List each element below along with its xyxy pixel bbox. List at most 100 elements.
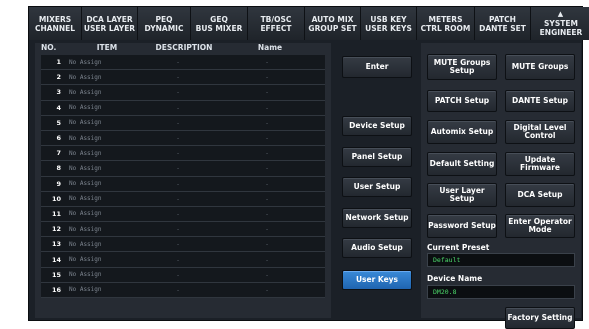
tab-tbosc-effect[interactable]: TB/OSC EFFECT — [248, 7, 305, 40]
device-setup-button[interactable]: Device Setup — [342, 116, 412, 136]
row-description: - — [176, 149, 180, 158]
table-row[interactable]: 6 No Assign - - — [41, 130, 325, 147]
row-name: - — [265, 134, 269, 143]
tab-label-line1: USB KEY — [370, 14, 407, 24]
network-setup-button[interactable]: Network Setup — [342, 208, 412, 228]
row-item: No Assign — [69, 73, 102, 81]
row-number: 9 — [56, 179, 61, 188]
table-row[interactable]: 16 No Assign - - — [41, 282, 325, 298]
row-item: No Assign — [69, 104, 102, 112]
row-description: - — [176, 285, 180, 294]
tab-label-line2: USER KEYS — [365, 23, 412, 33]
row-item: No Assign — [69, 240, 102, 248]
row-number: 3 — [56, 88, 61, 97]
row-name: - — [265, 118, 269, 127]
table-row[interactable]: 5 No Assign - - — [41, 115, 325, 131]
tab-geq-bus-mixer[interactable]: GEQ BUS MIXER — [191, 7, 248, 40]
table-row[interactable]: 8 No Assign - - — [41, 161, 325, 177]
table-row[interactable]: 14 No Assign - - — [41, 252, 325, 268]
table-row[interactable]: 13 No Assign - - — [41, 237, 325, 253]
enter-operator-mode-button[interactable]: Enter Operator Mode — [505, 214, 575, 238]
table-row[interactable]: 12 No Assign - - — [41, 222, 325, 238]
row-name: - — [265, 209, 269, 218]
row-number: 5 — [56, 118, 61, 127]
row-description: - — [176, 240, 180, 249]
row-description: - — [176, 255, 180, 264]
row-number: 4 — [56, 103, 61, 112]
col-header-no: NO. — [41, 43, 57, 52]
mute-groups-setup-button[interactable]: MUTE Groups Setup — [427, 54, 497, 80]
row-item: No Assign — [69, 164, 102, 172]
device-name-field[interactable]: DM20.8 — [427, 285, 575, 299]
user-layer-setup-button[interactable]: User Layer Setup — [427, 183, 497, 207]
tab-label-line1: DCA LAYER — [86, 14, 133, 24]
tab-dca-user-layer[interactable]: DCA LAYER USER LAYER — [82, 7, 138, 40]
row-item: No Assign — [69, 256, 102, 264]
row-description: - — [176, 103, 180, 112]
row-name: - — [265, 285, 269, 294]
patch-setup-button[interactable]: PATCH Setup — [427, 90, 497, 112]
row-item: No Assign — [69, 225, 102, 233]
table-row[interactable]: 11 No Assign - - — [41, 206, 325, 223]
dante-setup-button[interactable]: DANTE Setup — [505, 90, 575, 112]
table-row[interactable]: 15 No Assign - - — [41, 267, 325, 283]
tab-mixers-channel[interactable]: MIXERS CHANNEL — [29, 7, 82, 40]
row-item: No Assign — [69, 180, 102, 188]
digital-level-control-button[interactable]: Digital Level Control — [505, 120, 575, 144]
tab-label-line2: EFFECT — [260, 23, 292, 33]
row-number: 1 — [56, 58, 61, 67]
tab-peq-dynamic[interactable]: PEQ DYNAMIC — [138, 7, 191, 40]
enter-button[interactable]: Enter — [342, 56, 412, 78]
table-row[interactable]: 9 No Assign - - — [41, 176, 325, 192]
tab-patch-dante-set[interactable]: PATCH DANTE SET — [475, 7, 531, 40]
row-number: 11 — [51, 209, 61, 218]
table-row[interactable]: 10 No Assign - - — [41, 191, 325, 207]
panel-setup-button[interactable]: Panel Setup — [342, 147, 412, 167]
update-firmware-button[interactable]: Update Firmware — [505, 152, 575, 176]
tab-label-line2: GROUP SET — [308, 23, 357, 33]
tab-system-engineer[interactable]: ▲ SYSTEM ENGINEER — [531, 7, 589, 40]
tab-usbkey-user-keys[interactable]: USB KEY USER KEYS — [361, 7, 417, 40]
default-setting-button[interactable]: Default Setting — [427, 152, 497, 176]
table-row[interactable]: 1 No Assign - - — [41, 55, 325, 71]
row-item: No Assign — [69, 119, 102, 127]
row-name: - — [265, 255, 269, 264]
tab-label-line1: TB/OSC — [260, 14, 292, 24]
tab-label-line2: DYNAMIC — [144, 23, 184, 33]
col-header-item: ITEM — [96, 43, 118, 52]
row-name: - — [265, 149, 269, 158]
table-header: NO. ITEM DESCRIPTION Name — [35, 43, 331, 55]
tab-label-line2: ENGINEER — [539, 28, 583, 37]
table-row[interactable]: 7 No Assign - - — [41, 146, 325, 162]
table-row[interactable]: 4 No Assign - - — [41, 100, 325, 116]
user-keys-button[interactable]: User Keys — [342, 270, 412, 290]
row-item: No Assign — [69, 58, 102, 66]
audio-setup-button[interactable]: Audio Setup — [342, 238, 412, 258]
factory-setting-button[interactable]: Factory Setting — [505, 307, 575, 329]
row-name: - — [265, 179, 269, 188]
row-number: 10 — [51, 194, 61, 203]
current-preset-field: Default — [427, 253, 575, 267]
lock-icon: ▲ — [557, 10, 564, 18]
row-description: - — [176, 225, 180, 234]
table-row[interactable]: 3 No Assign - - — [41, 85, 325, 101]
tab-meters-ctrl-room[interactable]: METERS CTRL ROOM — [417, 7, 475, 40]
table-row[interactable]: 2 No Assign - - — [41, 70, 325, 86]
row-name: - — [265, 194, 269, 203]
row-item: No Assign — [69, 271, 102, 279]
dca-setup-button[interactable]: DCA Setup — [505, 183, 575, 207]
row-description: - — [176, 58, 180, 67]
row-item: No Assign — [69, 286, 102, 294]
password-setup-button[interactable]: Password Setup — [427, 214, 497, 238]
user-setup-button[interactable]: User Setup — [342, 177, 412, 197]
current-preset-label: Current Preset — [427, 243, 490, 252]
user-keys-table-panel: NO. ITEM DESCRIPTION Name 1 No Assign - - 2… — [35, 43, 331, 318]
row-name: - — [265, 73, 269, 82]
mute-groups-button[interactable]: MUTE Groups — [505, 54, 575, 80]
row-description: - — [176, 209, 180, 218]
row-name: - — [265, 103, 269, 112]
tab-automix-group-set[interactable]: AUTO MIX GROUP SET — [305, 7, 361, 40]
row-name: - — [265, 88, 269, 97]
automix-setup-button[interactable]: Automix Setup — [427, 120, 497, 144]
row-name: - — [265, 164, 269, 173]
